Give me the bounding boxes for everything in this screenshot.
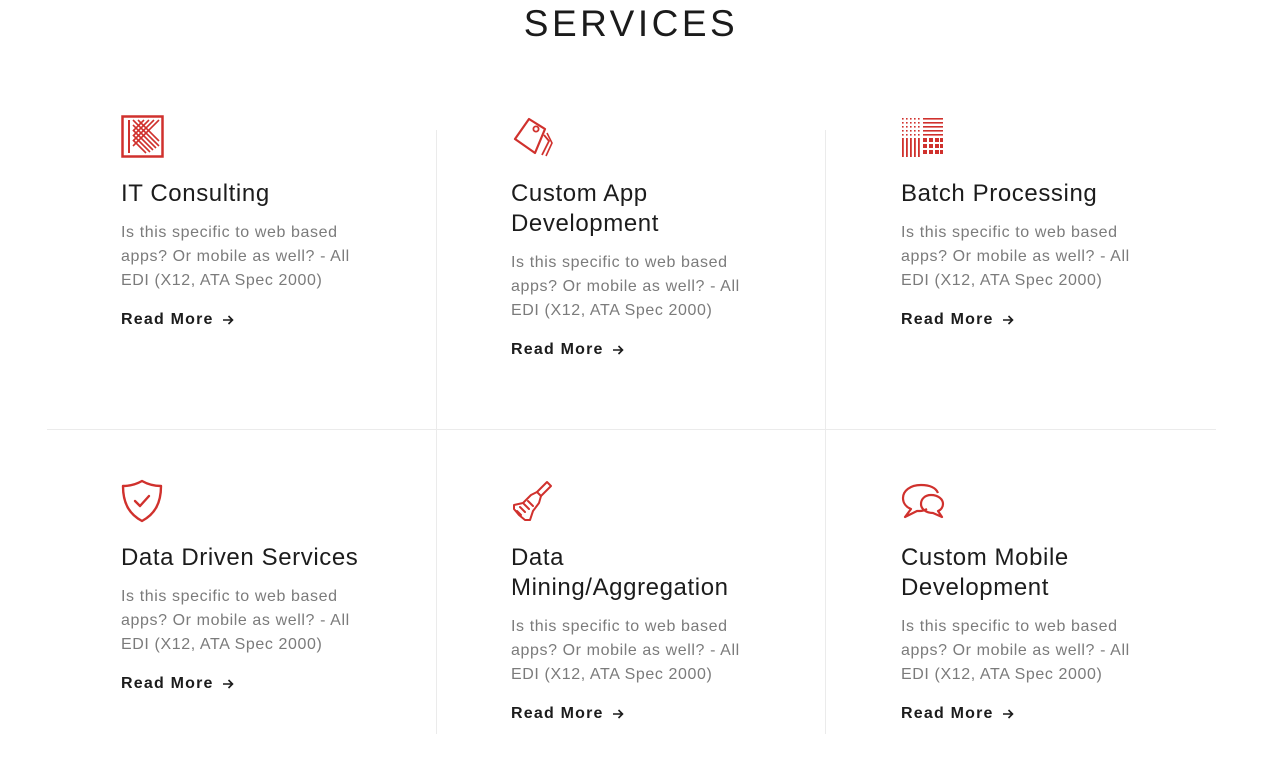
service-title: IT Consulting	[121, 180, 270, 207]
read-more-label: Read More	[901, 311, 994, 328]
service-card-data-driven-services: Data Driven Services Is this specific to…	[121, 479, 371, 694]
service-card-it-consulting: IT Consulting Is this specific to web ba…	[121, 115, 371, 330]
chat-bubbles-icon	[901, 483, 945, 519]
service-description: Is this specific to web based apps? Or m…	[121, 224, 350, 289]
service-card-custom-app-development: Custom App Development Is this specific …	[511, 115, 761, 360]
read-more-link[interactable]: Read More	[901, 310, 1014, 330]
read-more-label: Read More	[511, 341, 604, 358]
service-card-custom-mobile-development: Custom Mobile Development Is this specif…	[901, 479, 1151, 724]
service-title: Custom App Development	[511, 180, 660, 237]
service-description: Is this specific to web based apps? Or m…	[901, 224, 1130, 289]
service-card-batch-processing: Batch Processing Is this specific to web…	[901, 115, 1151, 330]
service-description: Is this specific to web based apps? Or m…	[901, 618, 1130, 683]
read-more-label: Read More	[901, 705, 994, 722]
arrow-right-icon	[1002, 709, 1014, 719]
arrow-right-icon	[222, 679, 234, 689]
service-title: Batch Processing	[901, 180, 1098, 207]
price-tag-icon	[513, 117, 553, 157]
column-divider	[825, 130, 826, 734]
grid-pattern-icon	[902, 118, 943, 157]
service-description: Is this specific to web based apps? Or m…	[511, 254, 740, 319]
service-title: Custom Mobile Development	[901, 544, 1069, 601]
arrow-right-icon	[222, 315, 234, 325]
page-title: SERVICES	[523, 3, 739, 44]
arrow-right-icon	[1002, 315, 1014, 325]
service-card-data-mining-aggregation: Data Mining/Aggregation Is this specific…	[511, 479, 761, 724]
row-divider	[47, 429, 1216, 430]
broom-icon	[513, 481, 552, 521]
read-more-label: Read More	[511, 705, 604, 722]
column-divider	[436, 130, 437, 734]
service-title: Data Mining/Aggregation	[511, 544, 729, 601]
arrow-right-icon	[612, 709, 624, 719]
arrow-right-icon	[612, 345, 624, 355]
read-more-label: Read More	[121, 675, 214, 692]
read-more-link[interactable]: Read More	[901, 704, 1014, 724]
service-description: Is this specific to web based apps? Or m…	[511, 618, 740, 683]
read-more-link[interactable]: Read More	[511, 704, 624, 724]
service-description: Is this specific to web based apps? Or m…	[121, 588, 350, 653]
shield-check-icon	[121, 479, 163, 523]
service-title: Data Driven Services	[121, 544, 359, 571]
read-more-link[interactable]: Read More	[511, 340, 624, 360]
diagonal-lines-icon	[121, 115, 164, 158]
read-more-label: Read More	[121, 311, 214, 328]
read-more-link[interactable]: Read More	[121, 674, 234, 694]
read-more-link[interactable]: Read More	[121, 310, 234, 330]
